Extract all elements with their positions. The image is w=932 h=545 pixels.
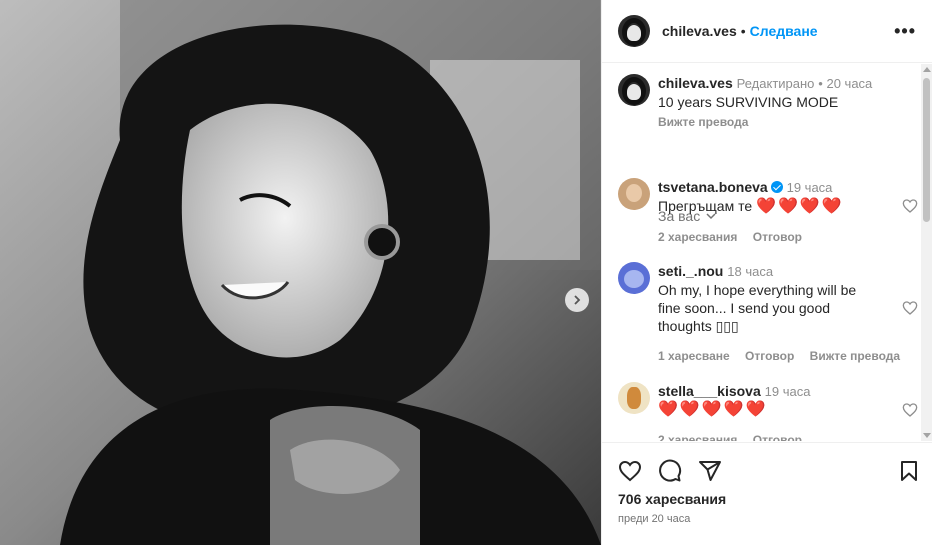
- comments-scrollbar[interactable]: [921, 64, 932, 441]
- scroll-down-arrow-icon[interactable]: [923, 433, 931, 438]
- edited-label: Редактирано: [736, 76, 815, 91]
- avatar[interactable]: [618, 74, 650, 106]
- see-translation-link[interactable]: Вижте превода: [658, 113, 918, 131]
- comment-time[interactable]: 19 часа: [787, 180, 833, 195]
- like-comment-heart-icon[interactable]: [902, 198, 918, 214]
- caption: chileva.ves Редактирано • 20 часа 10 yea…: [618, 74, 918, 131]
- comment-emoji: ❤️❤️❤️❤️❤️: [658, 401, 768, 418]
- comment-item: tsvetana.boneva 19 часа Прегръщам те ❤️❤…: [618, 178, 918, 246]
- comment-likes[interactable]: 1 харесване: [658, 349, 730, 363]
- reply-button[interactable]: Отговор: [745, 349, 794, 363]
- comment-likes[interactable]: 2 харесвания: [658, 230, 737, 244]
- post-panel: chileva.ves • Следване ••• chileva.ves Р…: [601, 0, 932, 545]
- reply-button[interactable]: Отговор: [753, 230, 802, 244]
- comment-time[interactable]: 19 часа: [765, 384, 811, 399]
- comment-emoji: ❤️❤️❤️❤️: [756, 198, 844, 215]
- comment-time[interactable]: 18 часа: [727, 264, 773, 279]
- see-translation-link[interactable]: Вижте превода: [810, 349, 900, 363]
- comment-text-line1: Oh my, I hope everything will be: [658, 282, 857, 298]
- more-options-icon[interactable]: •••: [894, 21, 916, 42]
- share-icon[interactable]: [698, 459, 722, 483]
- post-header: chileva.ves • Следване •••: [602, 0, 932, 63]
- post-photo[interactable]: [0, 0, 601, 545]
- caption-time[interactable]: 20 часа: [826, 76, 872, 91]
- comment-text-line2: fine soon... I send you good: [658, 300, 831, 316]
- verified-badge-icon: [770, 181, 783, 193]
- comment-username[interactable]: tsvetana.boneva: [658, 179, 768, 195]
- bookmark-icon[interactable]: [897, 459, 921, 483]
- avatar[interactable]: [618, 382, 650, 414]
- avatar[interactable]: [618, 178, 650, 210]
- post-likes-count[interactable]: 706 харесвания: [618, 491, 726, 507]
- post-actions-bar: 706 харесвания преди 20 часа: [602, 442, 932, 545]
- comment-username[interactable]: seti._.nou: [658, 263, 723, 279]
- post-image: [0, 0, 601, 545]
- comment-text-line3: thoughts ▯▯▯: [658, 318, 739, 334]
- like-comment-heart-icon[interactable]: [902, 402, 918, 418]
- caption-username[interactable]: chileva.ves: [658, 75, 733, 91]
- heart-icon[interactable]: [618, 459, 642, 483]
- next-photo-button[interactable]: [565, 288, 589, 312]
- comment-item: seti._.nou 18 часа Oh my, I hope everyth…: [618, 262, 918, 365]
- scroll-up-arrow-icon[interactable]: [923, 67, 931, 72]
- avatar[interactable]: [618, 15, 650, 47]
- comment-likes[interactable]: 2 харесвания: [658, 433, 737, 441]
- comment-text: Прегръщам те: [658, 198, 753, 214]
- like-comment-heart-icon[interactable]: [902, 300, 918, 316]
- comment-item: stella___kisova 19 часа ❤️❤️❤️❤️❤️ 2 хар…: [618, 382, 918, 441]
- caption-text: 10 years SURVIVING MODE: [658, 94, 839, 110]
- separator-dot: •: [740, 23, 746, 39]
- chevron-right-icon: [574, 295, 581, 305]
- scrollbar-thumb[interactable]: [923, 78, 930, 222]
- post-time-ago[interactable]: преди 20 часа: [618, 513, 690, 525]
- follow-button[interactable]: Следване: [750, 23, 818, 39]
- comments-list[interactable]: chileva.ves Редактирано • 20 часа 10 yea…: [602, 64, 922, 441]
- reply-button[interactable]: Отговор: [753, 433, 802, 441]
- comment-icon[interactable]: [658, 459, 682, 483]
- comment-username[interactable]: stella___kisova: [658, 383, 761, 399]
- header-username[interactable]: chileva.ves: [662, 23, 737, 39]
- avatar[interactable]: [618, 262, 650, 294]
